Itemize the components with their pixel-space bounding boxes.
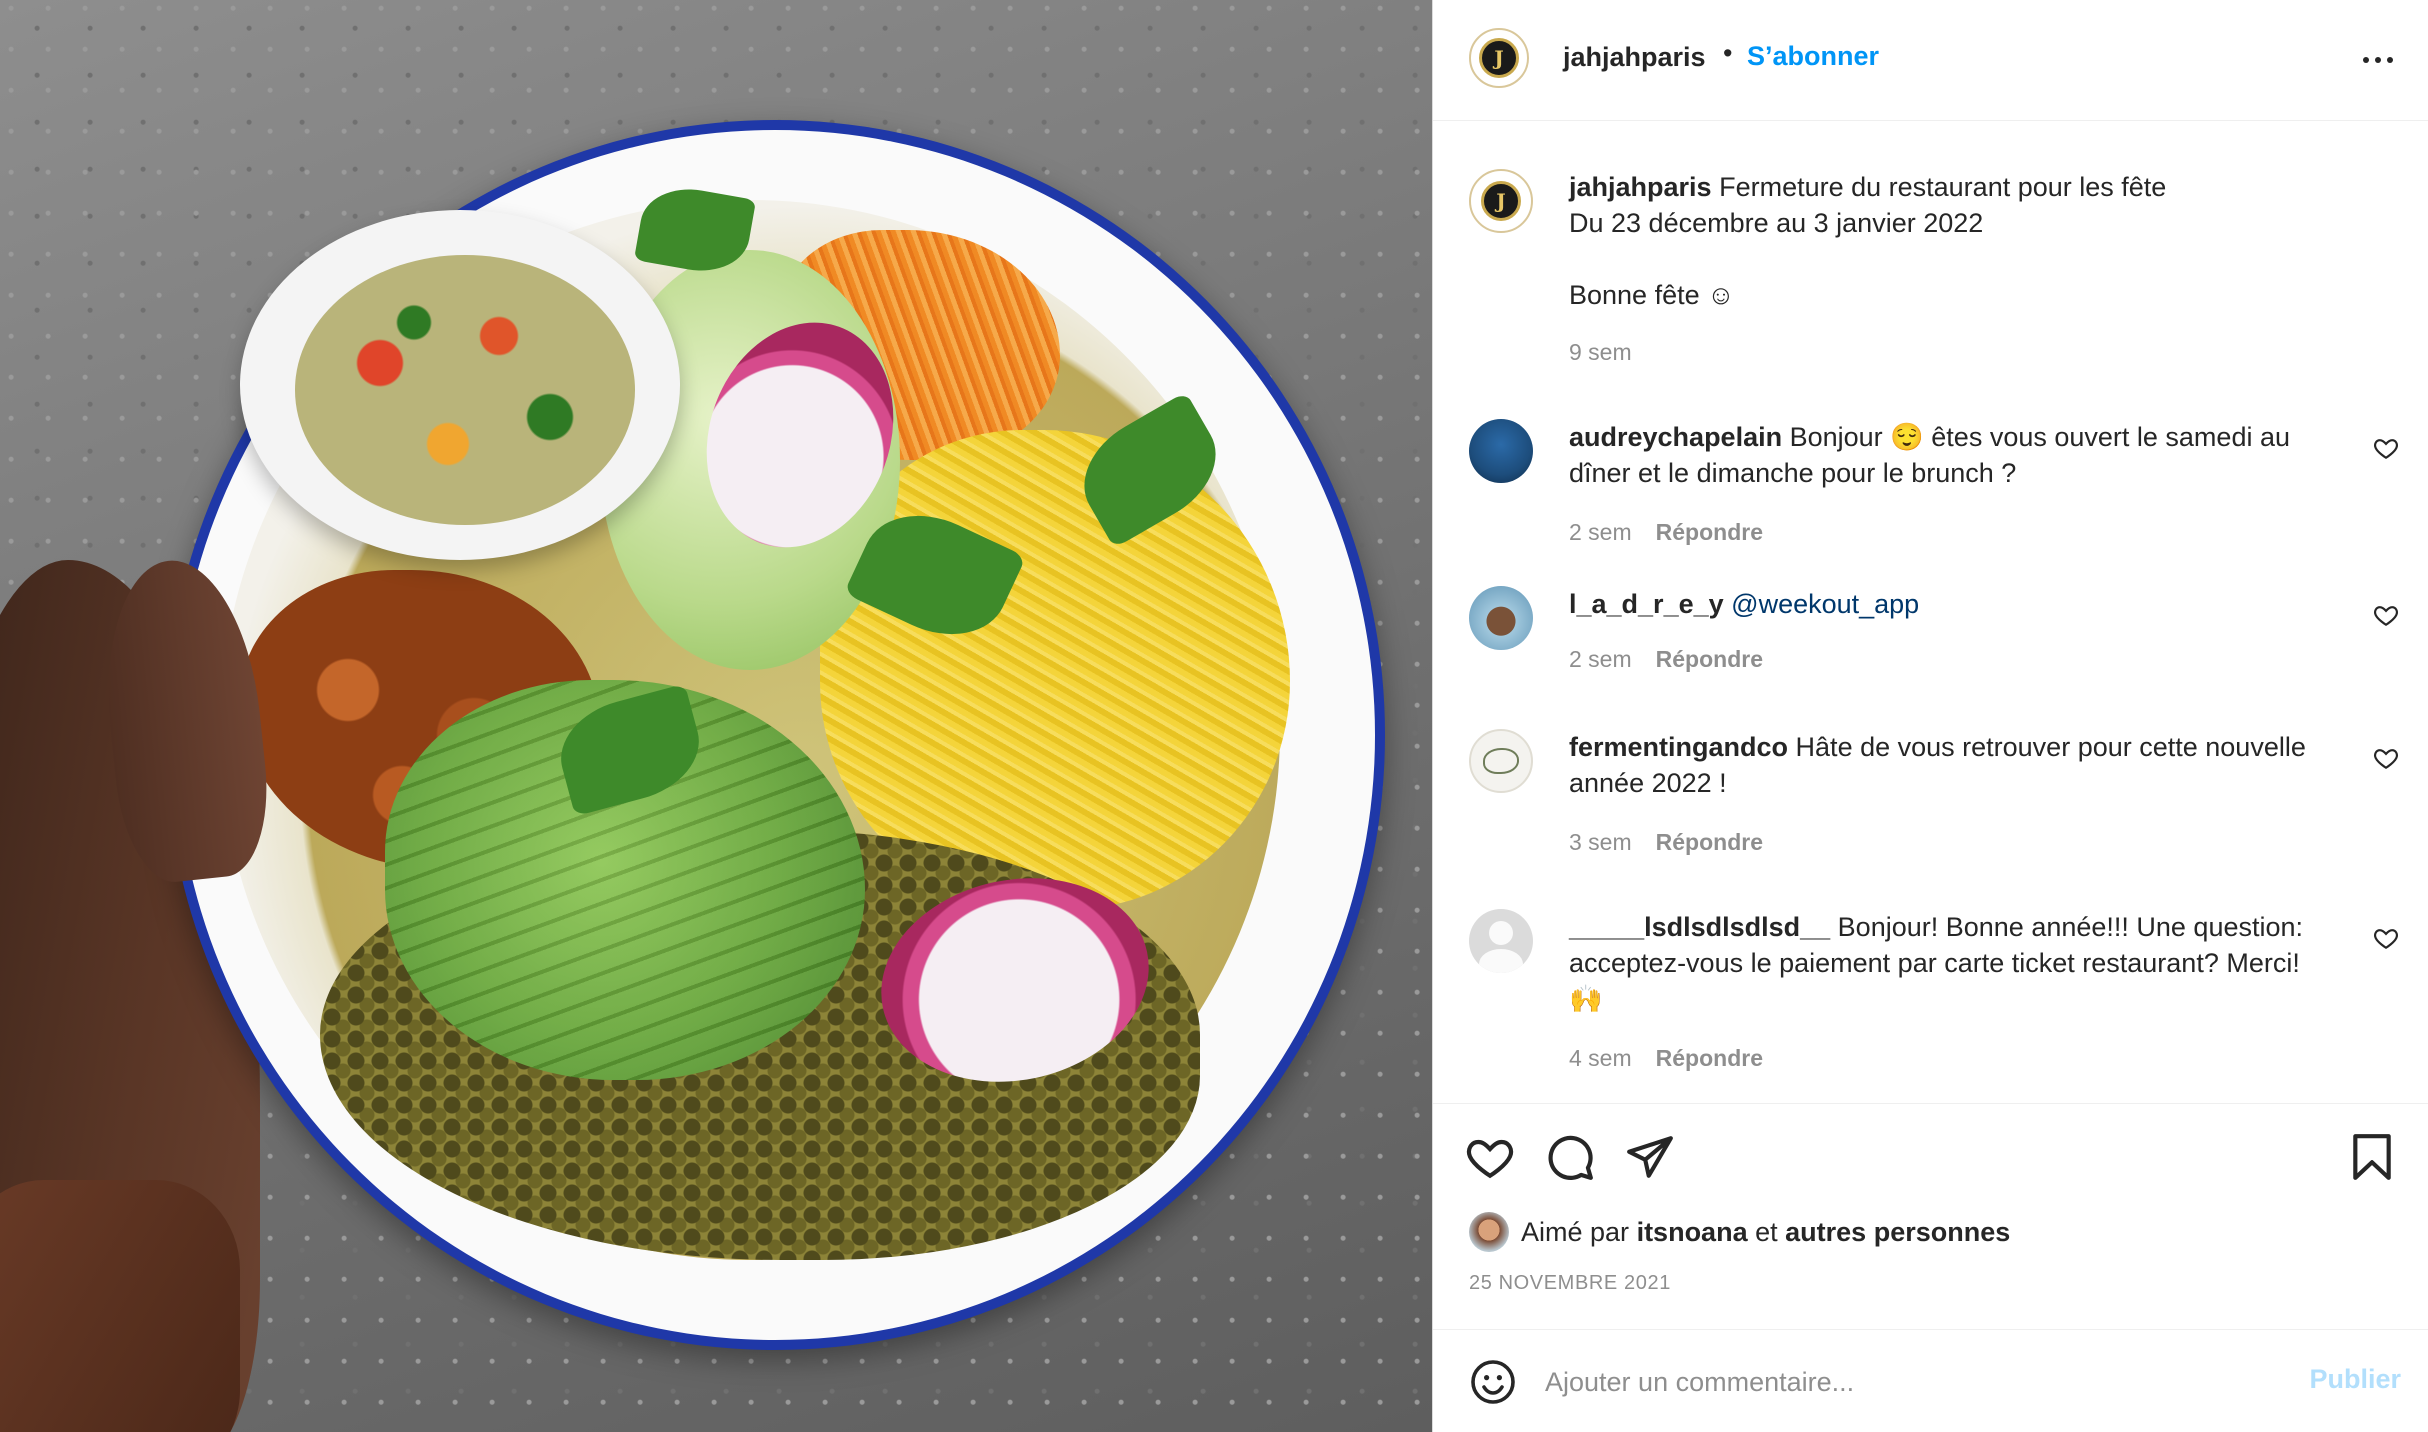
- post-caption: J jahjahparis Fermeture du restaurant po…: [1469, 169, 2399, 369]
- like-heart-icon[interactable]: [1465, 1132, 1515, 1182]
- comment-time[interactable]: 2 sem: [1569, 646, 1632, 673]
- comment: fermentingandco Hâte de vous retrouver p…: [1469, 729, 2399, 859]
- comment-time[interactable]: 2 sem: [1569, 519, 1632, 546]
- likes-joiner: et: [1755, 1216, 1778, 1247]
- author-avatar[interactable]: J: [1469, 28, 1529, 88]
- likes-summary: Aimé par itsnoana et autres personnes: [1469, 1212, 2010, 1252]
- post-photo[interactable]: [0, 0, 1432, 1432]
- caption-time[interactable]: 9 sem: [1569, 339, 1632, 366]
- comment-meta: 2 sem Répondre: [1569, 519, 1763, 546]
- comment-meta: 2 sem Répondre: [1569, 646, 1763, 673]
- salsa: [295, 255, 635, 525]
- comment: _____lsdlsdlsdlsd__ Bonjour! Bonne année…: [1469, 909, 2399, 1079]
- caption-line-3: Bonne fête ☺: [1569, 280, 1735, 310]
- separator-dot: •: [1723, 38, 1733, 68]
- comment-username[interactable]: l_a_d_r_e_y: [1569, 589, 1724, 619]
- likes-others-link[interactable]: autres personnes: [1785, 1217, 2010, 1248]
- restaurant-logo: J: [1479, 38, 1519, 78]
- comment-meta: 4 sem Répondre: [1569, 1045, 1763, 1072]
- comment-input[interactable]: [1545, 1354, 2245, 1410]
- bookmark-icon[interactable]: [2347, 1132, 2397, 1182]
- comment-composer: Publier: [1433, 1329, 2428, 1432]
- caption-meta: 9 sem: [1569, 339, 1632, 366]
- emoji-icon[interactable]: [1469, 1358, 1517, 1406]
- comment-meta: 3 sem Répondre: [1569, 829, 1763, 856]
- commenter-avatar[interactable]: [1469, 419, 1533, 483]
- heart-icon[interactable]: [2373, 602, 2399, 628]
- liker-username[interactable]: itsnoana: [1637, 1217, 1748, 1248]
- heart-icon[interactable]: [2373, 745, 2399, 771]
- commenter-avatar[interactable]: [1469, 909, 1533, 973]
- reply-button[interactable]: Répondre: [1656, 646, 1763, 673]
- likes-prefix: Aimé par: [1521, 1216, 1630, 1247]
- caption-username[interactable]: jahjahparis: [1569, 172, 1712, 202]
- more-options-icon[interactable]: [2363, 40, 2403, 80]
- caption-line-1: Fermeture du restaurant pour les fête: [1719, 172, 2167, 202]
- comment: l_a_d_r_e_y @weekout_app 2 sem Répondre: [1469, 586, 2399, 686]
- commenter-avatar[interactable]: [1469, 586, 1533, 650]
- author-username[interactable]: jahjahparis: [1563, 42, 1706, 73]
- reply-button[interactable]: Répondre: [1656, 519, 1763, 546]
- heart-icon[interactable]: [2373, 435, 2399, 461]
- author-avatar[interactable]: J: [1469, 169, 1533, 233]
- heart-icon[interactable]: [2373, 925, 2399, 951]
- reply-button[interactable]: Répondre: [1656, 829, 1763, 856]
- comment-username[interactable]: audreychapelain: [1569, 422, 1782, 452]
- comment: audreychapelain Bonjour 😌 êtes vous ouve…: [1469, 419, 2399, 549]
- commenter-avatar[interactable]: [1469, 729, 1533, 793]
- reply-button[interactable]: Répondre: [1656, 1045, 1763, 1072]
- post-date[interactable]: 25 NOVEMBRE 2021: [1469, 1272, 1671, 1295]
- logo-letter: J: [1494, 46, 1504, 70]
- instagram-post: J jahjahparis • S’abonner J jahjahparis …: [0, 0, 2428, 1432]
- comment-time[interactable]: 4 sem: [1569, 1045, 1632, 1072]
- comment-username[interactable]: fermentingandco: [1569, 732, 1788, 762]
- post-actions: Aimé par itsnoana et autres personnes 25…: [1433, 1103, 2428, 1329]
- comment-username[interactable]: _____lsdlsdlsdlsd__: [1569, 912, 1830, 942]
- post-side-panel: J jahjahparis • S’abonner J jahjahparis …: [1432, 0, 2428, 1432]
- caption-text: jahjahparis Fermeture du restaurant pour…: [1569, 169, 2339, 313]
- comments-section[interactable]: J jahjahparis Fermeture du restaurant po…: [1433, 121, 2428, 1103]
- comment-mention[interactable]: @weekout_app: [1731, 589, 1919, 619]
- comment-text: l_a_d_r_e_y @weekout_app: [1569, 586, 2339, 622]
- comment-text: fermentingandco Hâte de vous retrouver p…: [1569, 729, 2339, 801]
- jacket-sleeve: [0, 1180, 240, 1432]
- follow-button[interactable]: S’abonner: [1747, 41, 1879, 72]
- post-header: J jahjahparis • S’abonner: [1433, 0, 2428, 121]
- liker-avatar[interactable]: [1469, 1212, 1509, 1252]
- caption-line-2: Du 23 décembre au 3 janvier 2022: [1569, 208, 1984, 238]
- comment-text: audreychapelain Bonjour 😌 êtes vous ouve…: [1569, 419, 2339, 491]
- comment-time[interactable]: 3 sem: [1569, 829, 1632, 856]
- comment-text: _____lsdlsdlsdlsd__ Bonjour! Bonne année…: [1569, 909, 2339, 1017]
- share-icon[interactable]: [1625, 1132, 1675, 1182]
- restaurant-logo: J: [1481, 181, 1521, 221]
- comment-icon[interactable]: [1545, 1132, 1595, 1182]
- logo-letter: J: [1496, 189, 1506, 213]
- publish-button[interactable]: Publier: [2309, 1364, 2401, 1395]
